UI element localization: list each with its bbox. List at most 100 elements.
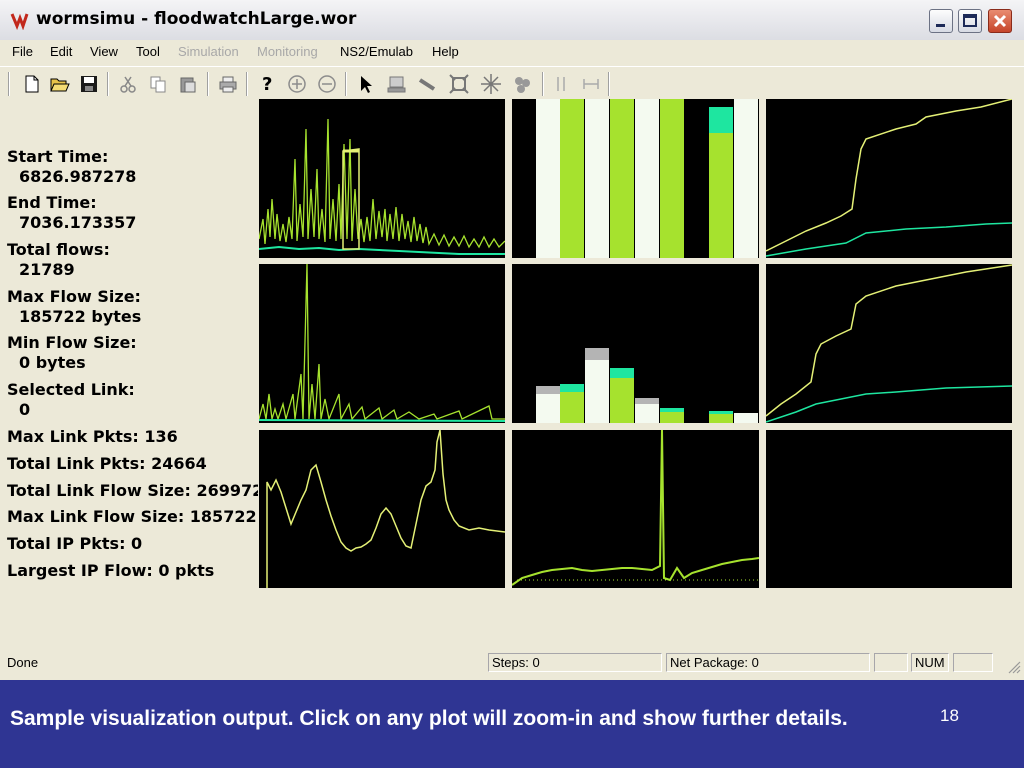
help-button[interactable]: ? [255, 72, 279, 96]
plot-flow-timeline[interactable] [259, 99, 505, 258]
link-icon [418, 78, 436, 91]
menu-ns2-emulab[interactable]: NS2/Emulab [340, 44, 413, 59]
total-link-pkts: Total Link Pkts: 24664 [7, 454, 207, 473]
statistics-panel: Start Time: 6826.987278 End Time: 7036.1… [0, 100, 258, 648]
flow-histogram-graph [536, 348, 758, 423]
copy-button[interactable] [146, 72, 170, 96]
select-button[interactable] [354, 72, 378, 96]
plot-flow-bars[interactable] [512, 99, 759, 258]
router-button[interactable] [447, 72, 471, 96]
status-net-package: Net Package: 0 [666, 653, 870, 672]
toolbar-separator [608, 72, 610, 96]
select-arrow-icon [361, 76, 372, 93]
cumulative-flows-graph [766, 99, 1012, 257]
cumulative-size-graph [766, 264, 1012, 423]
toolbar-separator [8, 72, 10, 96]
app-window: wormsimu - floodwatchLarge.wor File Edit… [0, 0, 1024, 680]
plot-empty[interactable] [766, 430, 1012, 588]
zoom-in-icon [288, 75, 306, 93]
host-icon [387, 76, 406, 93]
svg-text:?: ? [262, 74, 272, 94]
title-bar[interactable]: wormsimu - floodwatchLarge.wor [0, 0, 1024, 41]
plot-link-flow-size[interactable] [512, 430, 759, 588]
total-flows-value: 21789 [19, 260, 75, 279]
min-flow-size-label: Min Flow Size: [7, 333, 137, 352]
end-time-value: 7036.173357 [19, 213, 137, 232]
resize-grip-icon[interactable] [1007, 660, 1021, 674]
cut-button[interactable] [116, 72, 140, 96]
max-link-pkts: Max Link Pkts: 136 [7, 427, 178, 446]
max-flow-size-value: 185722 bytes [19, 307, 142, 326]
range-button[interactable] [579, 72, 603, 96]
router-icon [449, 74, 469, 94]
plot-cumulative-size[interactable] [766, 264, 1012, 423]
selected-link-value: 0 [19, 400, 31, 419]
zoom-in-button[interactable] [285, 72, 309, 96]
pause-icon [557, 77, 565, 91]
total-ip-pkts: Total IP Pkts: 0 [7, 534, 143, 553]
maximize-icon [963, 14, 977, 27]
paste-button[interactable] [176, 72, 200, 96]
worm-burst-button[interactable] [479, 72, 503, 96]
status-scroll-cell [953, 653, 993, 672]
toolbar-separator [246, 72, 248, 96]
zoom-out-icon [318, 75, 336, 93]
min-flow-size-value: 0 bytes [19, 353, 86, 372]
window-title: wormsimu - floodwatchLarge.wor [36, 9, 357, 29]
slide-caption: Sample visualization output. Click on an… [10, 707, 848, 730]
zoom-out-button[interactable] [315, 72, 339, 96]
new-file-button[interactable] [20, 72, 44, 96]
selected-link-label: Selected Link: [7, 380, 135, 399]
menu-monitoring[interactable]: Monitoring [257, 44, 318, 59]
maximize-button[interactable] [958, 9, 982, 33]
flow-size-timeline-graph [259, 264, 505, 422]
end-time-label: End Time: [7, 193, 97, 212]
close-icon [993, 14, 1007, 28]
menu-view[interactable]: View [90, 44, 118, 59]
toolbar-separator [542, 72, 544, 96]
status-steps: Steps: 0 [488, 653, 662, 672]
start-time-label: Start Time: [7, 147, 109, 166]
status-empty-cell [874, 653, 908, 672]
new-file-icon [25, 75, 39, 93]
host-button[interactable] [385, 72, 409, 96]
menu-simulation[interactable]: Simulation [178, 44, 239, 59]
group-icon [515, 77, 530, 93]
slide-number: 18 [940, 706, 959, 725]
print-icon [219, 76, 237, 93]
plot-flow-size-timeline[interactable] [259, 264, 505, 423]
flow-bars-graph [536, 99, 758, 258]
max-flow-size-label: Max Flow Size: [7, 287, 141, 306]
max-link-flow-size: Max Link Flow Size: 185722 b [7, 507, 258, 526]
copy-icon [150, 76, 166, 93]
status-num-lock: NUM [911, 653, 949, 672]
status-bar: Done Steps: 0 Net Package: 0 NUM [0, 650, 1024, 678]
menu-tool[interactable]: Tool [136, 44, 160, 59]
worm-burst-icon [481, 74, 501, 94]
minimize-button[interactable] [929, 9, 953, 33]
menu-edit[interactable]: Edit [50, 44, 72, 59]
total-link-flow-size: Total Link Flow Size: 2699722 [7, 481, 258, 500]
toolbar-separator [345, 72, 347, 96]
status-text: Done [7, 655, 39, 670]
largest-ip-flow: Largest IP Flow: 0 pkts [7, 561, 215, 580]
toolbar-separator [207, 72, 209, 96]
plot-link-packets[interactable] [259, 430, 505, 588]
flow-timeline-graph [259, 118, 505, 255]
toolbar-separator [107, 72, 109, 96]
print-button[interactable] [216, 72, 240, 96]
plot-cumulative-flows[interactable] [766, 99, 1012, 258]
pause-button[interactable] [549, 72, 573, 96]
group-button[interactable] [510, 72, 534, 96]
link-button[interactable] [415, 72, 439, 96]
menu-help[interactable]: Help [432, 44, 459, 59]
close-button[interactable] [988, 9, 1012, 33]
minimize-icon [936, 24, 945, 27]
total-flows-label: Total flows: [7, 240, 110, 259]
toolbar: ? [0, 66, 1024, 101]
open-button[interactable] [48, 72, 72, 96]
save-button[interactable] [77, 72, 101, 96]
menu-file[interactable]: File [12, 44, 33, 59]
worm-app-icon [10, 13, 29, 30]
plot-flow-histogram[interactable] [512, 264, 759, 423]
